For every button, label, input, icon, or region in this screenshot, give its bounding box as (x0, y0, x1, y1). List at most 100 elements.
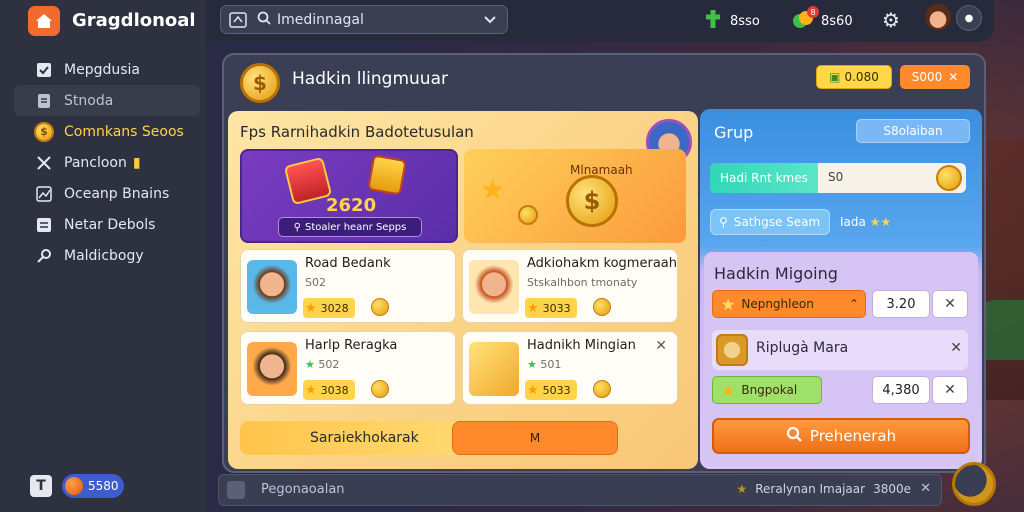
migration-row: ★ Bngpokal 4,380 ✕ (712, 374, 968, 408)
value-input[interactable]: 3.20 (872, 290, 930, 318)
search-bar[interactable]: Imedinnagal (220, 5, 508, 34)
close-icon: ✕ (948, 70, 959, 84)
group-panel: Grup S8olaiban Hadi Rnt kmes S0 ⚲ Sathgs… (700, 109, 982, 469)
sidebar-item-label: Stnoda (64, 92, 114, 109)
price-tag[interactable]: ★ 3038 (303, 380, 355, 400)
dropdown-select[interactable]: ★ Nepnghleon ⌃ (712, 290, 866, 318)
chest-icon: ▣ (829, 70, 841, 84)
price-tag[interactable]: ★ 3033 (525, 298, 577, 318)
balance-value: 5580 (88, 479, 119, 493)
gift-icon (367, 154, 407, 196)
banner-amount: 2620 (326, 195, 377, 216)
sidebar-item-2[interactable]: Stnoda (14, 85, 200, 116)
banner-label: Mlnamaah (570, 163, 633, 177)
character-thumbnail (247, 342, 297, 396)
window-title: Hadkin llingmuuar (292, 69, 448, 89)
skill-chip[interactable]: ⚲ Sathgse Seam (710, 209, 830, 235)
sidebar: Gragdlonoal Mepgdusia Stnoda $ Comnkans … (0, 0, 206, 512)
bottom-bar-status: ★ Reralynan Imajaar 3800e (736, 482, 911, 496)
migration-row: ★ Nepnghleon ⌃ 3.20 ✕ (712, 288, 968, 322)
coin-icon (936, 165, 962, 191)
gear-icon[interactable]: ⚙ (882, 8, 900, 32)
search-button[interactable]: Prehenerah (712, 418, 970, 454)
main-panel: Fps Rarnihadkin Badotetusulan 2620 ⚲ Sto… (228, 111, 698, 469)
card-sub: S02 (305, 276, 326, 289)
clear-button[interactable]: ✕ (932, 376, 968, 404)
reward-card[interactable]: Riplugà Mara ✕ (712, 330, 968, 370)
bottom-bar-input[interactable]: Pegonaoalan (261, 482, 345, 497)
group-action-button[interactable]: S8olaiban (856, 119, 970, 143)
card-name: Hadnikh Mingian (527, 338, 636, 353)
sidebar-item-7[interactable]: Maldicbogy (14, 240, 200, 271)
rating: Iada ★★ (840, 215, 891, 229)
sidebar-item-label: Comnkans Seoos (64, 123, 184, 140)
chevron-down-icon[interactable] (483, 12, 497, 30)
list-icon (34, 215, 54, 235)
sidebar-item-4[interactable]: Pancloon ▮ (14, 147, 200, 178)
dropdown-label: Nepnghleon (741, 297, 814, 311)
reward-name: Riplugà Mara (756, 340, 849, 356)
item-card[interactable]: Adkiohakm kogmeraah Stskalhbon tmonaty ★… (462, 249, 678, 323)
checkbox-icon (34, 60, 54, 80)
star-icon: ★ (305, 382, 317, 398)
star-icon: ★ (527, 300, 539, 316)
sidebar-item-label: Netar Debols (64, 216, 156, 233)
currency-value: 0.080 (844, 70, 879, 84)
progress-fill: Hadi Rnt kmes (710, 163, 818, 193)
price-tag[interactable]: ★ 3028 (303, 298, 355, 318)
currency-pill[interactable]: ▣ 0.080 (816, 65, 892, 89)
value-input[interactable]: 4,380 (872, 376, 930, 404)
card-sub-value: 501 (540, 358, 562, 371)
coin-icon (518, 205, 538, 225)
text-button[interactable]: T (30, 475, 52, 497)
sidebar-item-6[interactable]: Netar Debols (14, 209, 200, 240)
energy-stat[interactable]: 8sso (702, 8, 760, 34)
clear-button[interactable]: ✕ (932, 290, 968, 318)
search-icon (257, 11, 271, 29)
close-pill-button[interactable]: S000 ✕ (900, 65, 970, 89)
sidebar-item-label: Mepgdusia (64, 61, 140, 78)
price-tag[interactable]: ★ 5033 (525, 380, 577, 400)
banner-cta-button[interactable]: ⚲ Stoaler heanr Sepps (278, 217, 422, 237)
coin-icon (593, 298, 611, 316)
home-icon[interactable] (229, 11, 247, 28)
menu-dot-button[interactable]: ● (956, 5, 982, 31)
close-icon[interactable]: ✕ (655, 338, 667, 354)
home-logo-icon[interactable] (28, 6, 60, 36)
gift-banner[interactable]: 2620 ⚲ Stoaler heanr Sepps (240, 149, 458, 243)
card-name: Harlp Reragka (305, 338, 398, 353)
banner-cta-label: Stoaler heanr Sepps (304, 221, 407, 233)
migration-title: Hadkin Migoing (714, 264, 838, 283)
progress-bar: Hadi Rnt kmes S0 (710, 163, 966, 193)
coin-banner[interactable]: ★ Mlnamaah $ (464, 149, 686, 243)
progress-value: S0 (828, 170, 844, 184)
chart-icon (34, 184, 54, 204)
bottom-bar: Pegonaoalan ★ Reralynan Imajaar 3800e ✕ (218, 474, 942, 506)
star-icon: ★ (480, 173, 506, 206)
app-title: Gragdlonoal (72, 10, 196, 31)
star-icon: ★★ (869, 215, 892, 229)
sidebar-item-1[interactable]: Mepgdusia (14, 54, 200, 85)
coins-stat[interactable]: 8 8s60 (791, 6, 853, 34)
close-icon[interactable]: ✕ (950, 340, 962, 356)
item-card[interactable]: Road Bedank S02 ★ 3028 (240, 249, 456, 323)
document-icon (34, 91, 54, 111)
coin-icon[interactable] (952, 462, 996, 506)
avatar[interactable] (925, 4, 951, 30)
fruit-icon: 8 (791, 6, 819, 34)
item-card[interactable]: Hadnikh Mingian ★ 501 ★ 5033 ✕ (462, 331, 678, 405)
close-icon[interactable]: ✕ (920, 481, 931, 496)
sidebar-item-3[interactable]: $ Comnkans Seoos (14, 116, 200, 147)
item-card[interactable]: Harlp Reragka ★ 502 ★ 3038 (240, 331, 456, 405)
sidebar-item-5[interactable]: Oceanp Bnains (14, 178, 200, 209)
search-input[interactable]: Imedinnagal (277, 12, 364, 28)
link-icon: ⚲ (719, 215, 728, 229)
image-icon[interactable] (227, 481, 245, 499)
main-window: $ Hadkin llingmuuar ▣ 0.080 S000 ✕ Fps R… (222, 53, 986, 473)
gift-icon (283, 156, 333, 206)
primary-button[interactable]: M (452, 421, 618, 455)
group-title: Grup (714, 123, 754, 142)
bonus-chip[interactable]: ★ Bngpokal (712, 376, 822, 404)
balance-pill[interactable]: 5580 (62, 474, 124, 498)
search-icon: ⚲ (293, 221, 301, 233)
